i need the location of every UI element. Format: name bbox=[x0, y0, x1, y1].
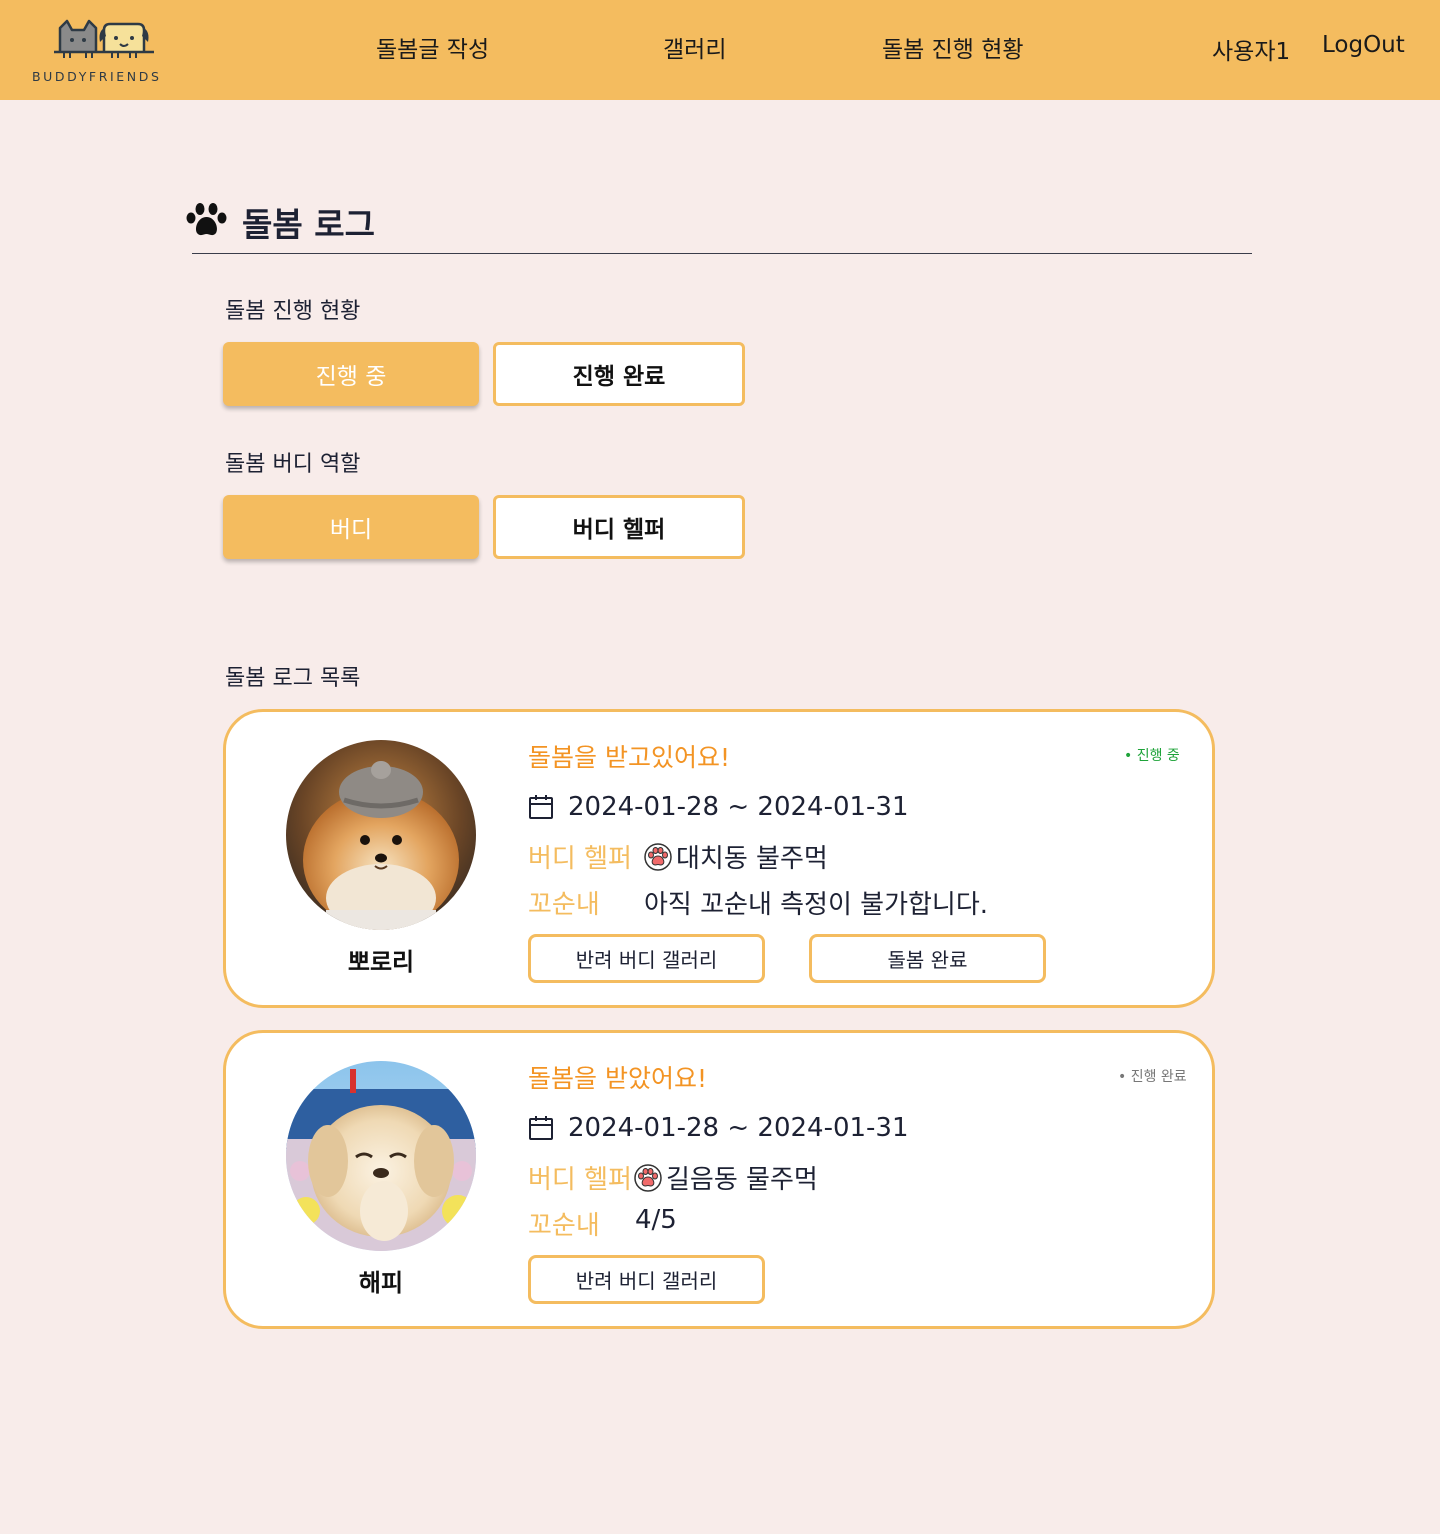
logo[interactable]: BUDDYFRIENDS bbox=[30, 18, 180, 86]
helper-name: 길음동 물주먹 bbox=[666, 1165, 818, 1195]
status-badge: • 진행 완료 bbox=[1118, 1069, 1187, 1085]
helper-label: 버디 헬퍼 bbox=[528, 844, 632, 874]
role-buddy-button[interactable]: 버디 bbox=[223, 495, 479, 559]
log-list-label: 돌봄 로그 목록 bbox=[225, 666, 361, 691]
status-in-progress-button[interactable]: 진행 중 bbox=[223, 342, 479, 406]
nav-write-post[interactable]: 돌봄글 작성 bbox=[376, 30, 489, 64]
pet-name: 해피 bbox=[358, 1269, 404, 1297]
date-text: 2024-01-28 ~ 2024-01-31 bbox=[568, 1113, 909, 1143]
pet-avatar bbox=[286, 740, 476, 930]
smell-value: 아직 꼬순내 측정이 불가합니다. bbox=[644, 890, 989, 920]
pomeranian-photo bbox=[286, 740, 476, 930]
page-title: 돌봄 로그 bbox=[242, 205, 375, 244]
status-completed-button[interactable]: 진행 완료 bbox=[493, 342, 745, 406]
smell-label: 꼬순내 bbox=[528, 890, 600, 920]
title-divider bbox=[192, 253, 1252, 254]
logo-text: BUDDYFRIENDS bbox=[32, 69, 162, 84]
smell-row: 꼬순내 4/5 bbox=[528, 1205, 677, 1242]
smell-value: 4/5 bbox=[635, 1205, 677, 1235]
date-range: 2024-01-28 ~ 2024-01-31 bbox=[528, 790, 909, 824]
top-header: BUDDYFRIENDS 돌봄글 작성 갤러리 돌봄 진행 현황 사용자1 Lo… bbox=[0, 0, 1440, 100]
paw-icon bbox=[186, 203, 227, 236]
logo-cat-dog-icon bbox=[54, 19, 154, 58]
paw-badge-icon bbox=[644, 842, 672, 871]
pet-avatar bbox=[286, 1061, 476, 1251]
role-filter-label: 돌봄 버디 역할 bbox=[225, 452, 361, 477]
smell-label: 꼬순내 bbox=[528, 1211, 600, 1241]
helper-row: 버디 헬퍼 길음동 물주먹 bbox=[528, 1159, 818, 1196]
logout-button[interactable]: LogOut bbox=[1322, 32, 1405, 58]
care-log-card: 해피 돌봄을 받았어요! • 진행 완료 2024-01-28 ~ 2024-0… bbox=[223, 1030, 1215, 1329]
paw-badge-icon bbox=[634, 1163, 662, 1192]
status-filter-label: 돌봄 진행 현황 bbox=[225, 299, 361, 324]
pet-gallery-button[interactable]: 반려 버디 갤러리 bbox=[528, 1255, 765, 1304]
care-heading: 돌봄을 받았어요! bbox=[528, 1064, 707, 1093]
care-heading: 돌봄을 받고있어요! bbox=[528, 743, 730, 772]
care-complete-button[interactable]: 돌봄 완료 bbox=[809, 934, 1046, 983]
smell-row: 꼬순내 아직 꼬순내 측정이 불가합니다. bbox=[528, 884, 988, 921]
helper-label: 버디 헬퍼 bbox=[528, 1165, 632, 1195]
care-log-card: 뽀로리 돌봄을 받고있어요! • 진행 중 2024-01-28 ~ 2024-… bbox=[223, 709, 1215, 1008]
user-name[interactable]: 사용자1 bbox=[1212, 32, 1290, 66]
helper-row: 버디 헬퍼 대치동 불주먹 bbox=[528, 838, 828, 875]
nav-gallery[interactable]: 갤러리 bbox=[663, 30, 726, 64]
role-buddy-helper-button[interactable]: 버디 헬퍼 bbox=[493, 495, 745, 559]
puppy-photo bbox=[286, 1061, 476, 1251]
pet-gallery-button[interactable]: 반려 버디 갤러리 bbox=[528, 934, 765, 983]
pet-name: 뽀로리 bbox=[347, 948, 415, 976]
nav-care-status[interactable]: 돌봄 진행 현황 bbox=[882, 30, 1024, 64]
calendar-icon bbox=[529, 1116, 553, 1140]
status-badge: • 진행 중 bbox=[1124, 748, 1180, 764]
helper-name: 대치동 불주먹 bbox=[676, 844, 828, 874]
calendar-icon bbox=[529, 795, 553, 819]
date-range: 2024-01-28 ~ 2024-01-31 bbox=[528, 1111, 909, 1145]
date-text: 2024-01-28 ~ 2024-01-31 bbox=[568, 792, 909, 822]
